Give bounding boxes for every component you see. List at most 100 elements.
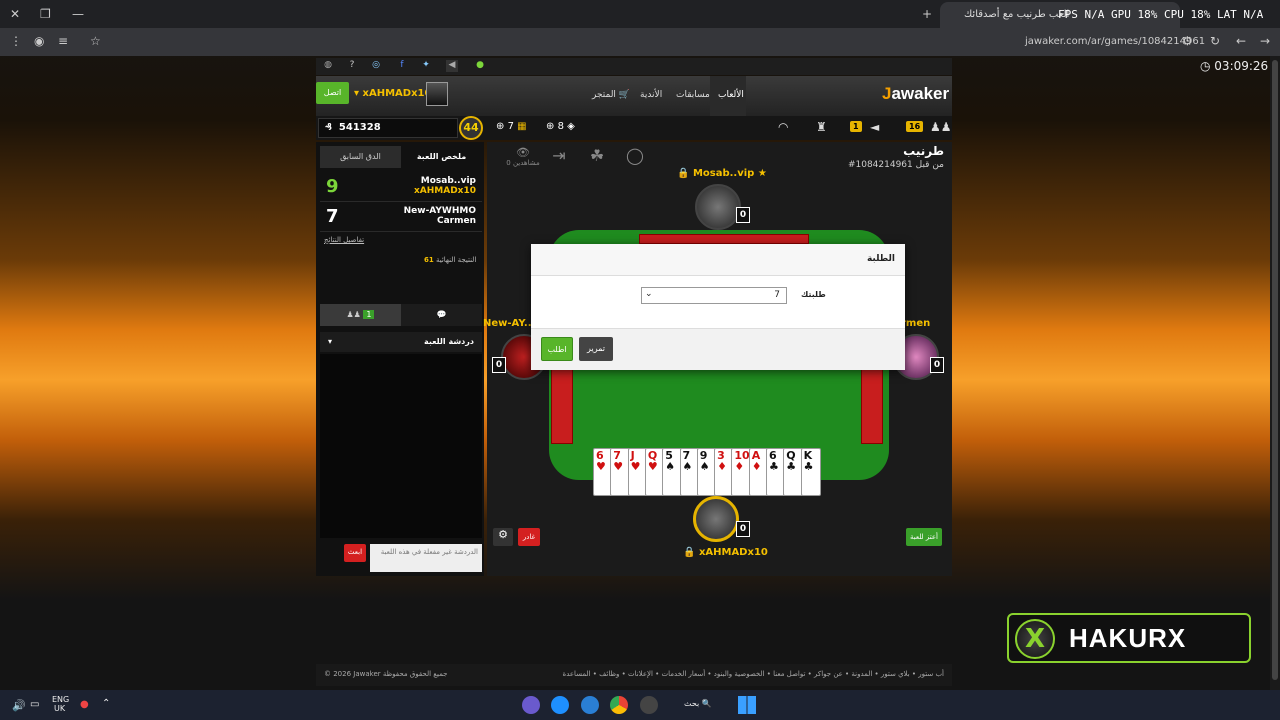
sound-icon[interactable]: ◀ — [446, 60, 458, 72]
megaphone-icon[interactable]: ◄ — [870, 120, 879, 134]
chevron-down-icon: ▾ — [328, 337, 333, 346]
language-indicator[interactable]: ENG UK — [52, 695, 69, 713]
address-bar[interactable]: jawaker.com/ar/games/1084214961 — [1025, 36, 1205, 47]
trophy-icon[interactable]: ♜ — [816, 120, 827, 134]
stat-tokens-value: 8 — [557, 121, 564, 132]
bottom-player-avatar[interactable] — [693, 496, 739, 542]
mic-icon[interactable]: ● — [80, 699, 89, 710]
top-player-cards — [639, 234, 809, 244]
pass-button[interactable]: تمرير — [579, 337, 613, 361]
bookmark-star-icon[interactable]: ☆ — [90, 34, 101, 48]
connect-button[interactable]: اتصل — [316, 82, 349, 104]
android-icon[interactable]: ● — [474, 60, 486, 72]
emote-icon[interactable]: ☘ — [583, 146, 611, 172]
forward-icon[interactable]: → — [1260, 34, 1270, 48]
nav-store[interactable]: المتجر 🛒 — [592, 90, 630, 100]
alerts-badge: 1 — [850, 121, 862, 132]
game-subtitle: #1084214961 من قبل — [847, 160, 944, 170]
final-score-label: النتيجة النهائية — [435, 256, 477, 264]
reload-icon[interactable]: ↻ — [1210, 34, 1220, 48]
leave-button[interactable]: غادر — [518, 528, 540, 546]
right-player-name[interactable]: rmen — [901, 318, 930, 329]
coin-balance: ₰ 541328 — [318, 118, 458, 138]
taskbar-search[interactable]: بحث 🔍 — [684, 699, 712, 708]
globe-icon[interactable]: ◍ — [322, 60, 334, 72]
avatar[interactable] — [426, 82, 448, 106]
nav-games[interactable]: الألعاب — [718, 90, 744, 100]
scrollbar-thumb[interactable] — [1272, 60, 1278, 680]
tab-players[interactable]: ♟♟ 1 — [320, 304, 401, 326]
menu-icon[interactable]: ⋮ — [10, 34, 22, 48]
exit-icon[interactable]: ⇥ — [545, 146, 573, 172]
bottom-player-name[interactable]: 🔒 xAHMADx10 — [683, 547, 768, 558]
team2-player2: Carmen — [436, 216, 476, 226]
send-button[interactable]: ابعث — [344, 544, 366, 562]
rss-icon[interactable]: ◠ — [778, 120, 788, 134]
chevron-up-icon[interactable]: ⌃ — [102, 698, 110, 709]
facebook-icon[interactable]: f — [396, 60, 408, 72]
minimize-window-icon[interactable]: — — [72, 7, 84, 21]
card-suit-icon: ♠ — [665, 460, 676, 473]
friends-icon[interactable]: ♟♟ — [930, 120, 952, 134]
chat-title: دردشة اللعبة — [424, 337, 474, 346]
tab-game-summary[interactable]: ملخص اللعبة — [401, 146, 482, 168]
card-suit-icon: ♣ — [803, 460, 814, 473]
card-suit-icon: ♦ — [734, 460, 745, 473]
chat-header[interactable]: ▾ دردشة اللعبة — [320, 332, 482, 352]
level-badge: 44 — [459, 116, 483, 140]
chat-messages — [320, 354, 482, 538]
team2-names: New-AYWHMO Carmen — [404, 206, 476, 226]
right-player-cards — [861, 360, 883, 444]
bid-submit-button[interactable]: اطلب — [541, 337, 573, 361]
nav-tournaments[interactable]: مسابقات — [676, 90, 710, 100]
discord-icon[interactable] — [522, 696, 540, 714]
user-menu[interactable]: ▾ xAHMADx10 — [354, 88, 431, 99]
browser-tab-bar: ✕ ❐ — + العب طرنيب مع أصدقائك FPS N/A GP… — [0, 0, 1280, 28]
gifts-button[interactable]: أعتز للعبة — [906, 528, 942, 546]
tune-icon[interactable]: ≡ — [58, 34, 68, 48]
game-title: طرنيب — [903, 144, 944, 158]
volume-icon[interactable]: 🔊 — [12, 699, 26, 712]
instagram-icon[interactable]: ◎ — [370, 60, 382, 72]
card-suit-icon: ♣ — [769, 460, 779, 473]
site-footer: © 2026 Jawaker جميع الحقوق محفوظة أب ستو… — [316, 664, 952, 686]
windows-start-icon[interactable] — [738, 696, 756, 714]
top-player-name[interactable]: 🔒 Mosab..vip ★ — [677, 168, 767, 179]
chat-input[interactable]: الدردشة غير مفعلة في هذه اللعبة — [370, 544, 482, 572]
spectators-icon[interactable]: 👁 0 مشاهدين — [505, 146, 541, 172]
settings-gear-icon[interactable]: ⚙ — [493, 528, 513, 546]
app-icon-1[interactable] — [551, 696, 569, 714]
next-icon[interactable]: ◯ — [621, 146, 649, 172]
profile-icon[interactable]: ◉ — [34, 34, 44, 48]
final-score: 61 النتيجة النهائية — [424, 256, 476, 264]
tab-chat[interactable]: 💬 — [401, 304, 482, 326]
score-row-team1: 9 Mosab..vip xAHMADx10 — [320, 172, 482, 202]
hand-card[interactable]: K ♣ — [800, 448, 821, 496]
team1-score: 9 — [326, 176, 339, 197]
network-icon[interactable]: ▭ — [30, 699, 39, 710]
chrome-icon[interactable] — [610, 696, 628, 714]
site-settings-icon[interactable]: ⚙ — [1182, 34, 1193, 48]
app-icon-3[interactable] — [640, 696, 658, 714]
nav-clubs[interactable]: الأندية — [640, 90, 662, 100]
top-player-avatar[interactable] — [695, 184, 741, 230]
tab-previous-hand[interactable]: الدق السابق — [320, 146, 401, 168]
clock: ◷ 03:09:26 — [1200, 59, 1269, 73]
twitter-icon[interactable]: ✦ — [420, 60, 432, 72]
results-details-link[interactable]: تفاصيل النتائج — [324, 236, 364, 244]
app-icon-2[interactable] — [581, 696, 599, 714]
bid-select[interactable]: ⌄ 7 — [641, 287, 787, 304]
taskbar-search-label: بحث — [684, 699, 700, 708]
footer-links[interactable]: أب ستور • بلاي ستور • المدونة • عن جواكر… — [563, 670, 944, 678]
browser-toolbar: ⋮ ◉ ≡ ☆ jawaker.com/ar/games/1084214961 … — [0, 28, 1280, 56]
team1-player1: Mosab..vip — [420, 176, 476, 186]
restore-window-icon[interactable]: ❐ — [40, 7, 51, 21]
page-scrollbar[interactable] — [1270, 56, 1280, 690]
close-window-icon[interactable]: ✕ — [10, 7, 20, 21]
new-tab-icon[interactable]: + — [922, 7, 932, 21]
jawaker-logo[interactable]: Jawaker — [882, 84, 949, 104]
help-icon[interactable]: ? — [346, 60, 358, 72]
coin-value: 541328 — [338, 122, 381, 133]
back-icon[interactable]: ← — [1236, 34, 1246, 48]
left-player-name[interactable]: New-AY... — [483, 318, 535, 329]
